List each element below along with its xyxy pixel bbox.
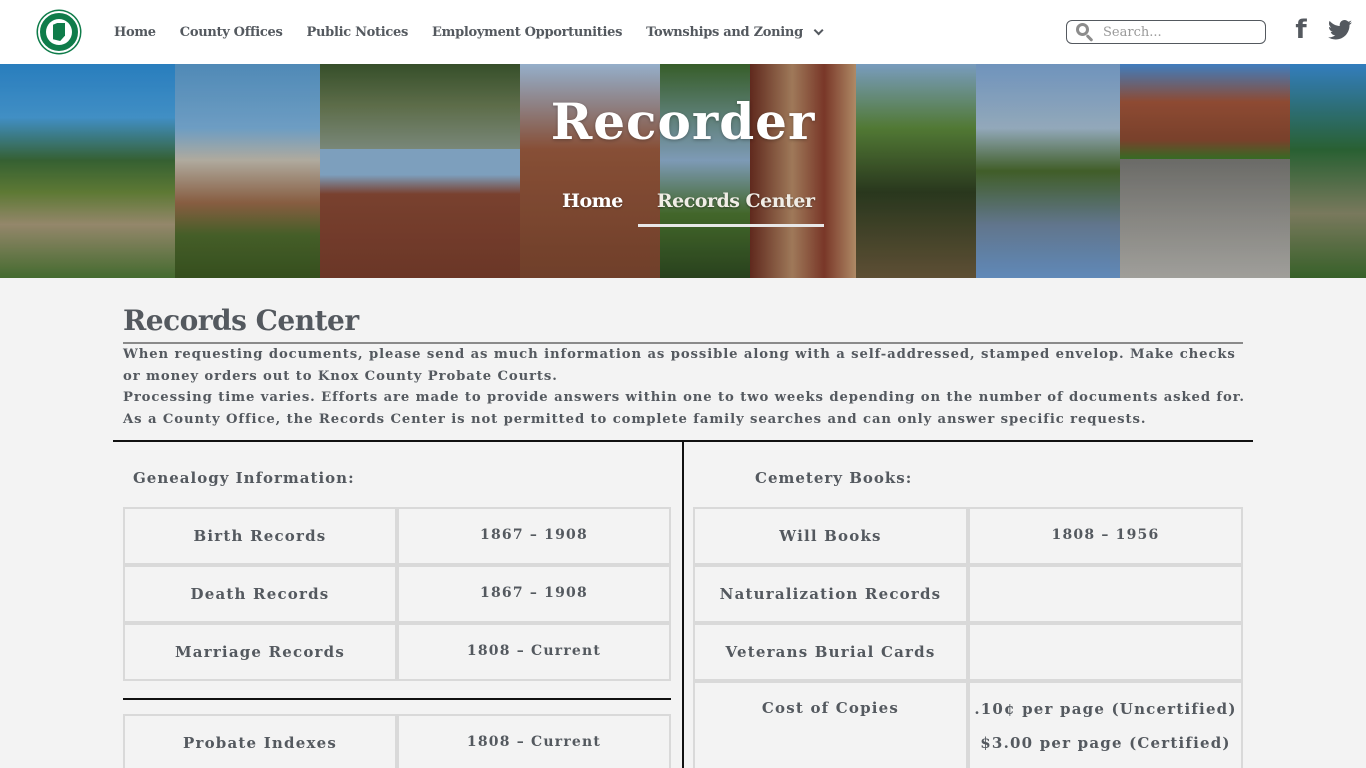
ohio-map-icon	[53, 23, 65, 41]
genealogy-label: Genealogy Information:	[133, 469, 355, 487]
nav-employment-label: Employment Opportunities	[432, 24, 623, 40]
intro-paragraph: As a County Office, the Records Center i…	[123, 412, 1147, 428]
cost-of-copies-label: Cost of Copies	[693, 681, 968, 768]
genealogy-table: Birth Records 1867 – 1908 Death Records …	[123, 507, 671, 681]
section-title: Records Center	[123, 304, 359, 337]
record-name: Will Books	[693, 507, 968, 565]
search-input[interactable]	[1103, 24, 1253, 40]
table-row: Naturalization Records	[693, 565, 1243, 623]
record-name: Probate Indexes	[123, 714, 397, 768]
record-range	[968, 623, 1243, 681]
nav-employment-opportunities[interactable]: Employment Opportunities	[432, 25, 622, 40]
intro-paragraph: When requesting documents, please send a…	[123, 347, 1236, 384]
intro-paragraph: Processing time varies. Efforts are made…	[123, 390, 1245, 406]
probate-table: Probate Indexes 1808 – Current	[123, 714, 671, 768]
table-row: Birth Records 1867 – 1908	[123, 507, 671, 565]
cost-of-copies-values: .10¢ per page (Uncertified) $3.00 per pa…	[968, 681, 1243, 768]
seal-inner	[46, 19, 72, 45]
table-row: Veterans Burial Cards	[693, 623, 1243, 681]
nav-home[interactable]: Home	[114, 25, 156, 40]
record-name: Birth Records	[123, 507, 397, 565]
nav-townships-and-zoning[interactable]: Townships and Zoning	[646, 24, 824, 40]
intro-text: When requesting documents, please send a…	[123, 344, 1253, 431]
record-name: Death Records	[123, 565, 397, 623]
table-row: Marriage Records 1808 – Current	[123, 623, 671, 681]
nav-county-offices-label: County Offices	[179, 24, 283, 40]
breadcrumb-active-underline	[638, 224, 824, 227]
record-range: 1808 – Current	[397, 623, 671, 681]
record-range: 1808 – Current	[397, 714, 671, 768]
record-range: 1867 – 1908	[397, 565, 671, 623]
cemetery-books-label: Cemetery Books:	[755, 469, 913, 487]
record-name: Marriage Records	[123, 623, 397, 681]
facebook-icon[interactable]: f	[1293, 15, 1309, 45]
table-row: Cost of Copies .10¢ per page (Uncertifie…	[693, 681, 1243, 768]
cost-uncertified: .10¢ per page (Uncertified)	[974, 700, 1237, 718]
nav-public-notices[interactable]: Public Notices	[306, 24, 409, 40]
main-nav: Home County Offices Public Notices Emplo…	[114, 0, 844, 64]
cemetery-table: Will Books 1808 – 1956 Naturalization Re…	[693, 507, 1243, 768]
chevron-down-icon[interactable]	[813, 24, 824, 35]
table-row: Probate Indexes 1808 – Current	[123, 714, 671, 768]
nav-county-offices[interactable]: County Offices	[180, 25, 283, 40]
breadcrumb-home[interactable]: Home	[562, 190, 623, 212]
site-header: Home County Offices Public Notices Emplo…	[0, 0, 1366, 64]
nav-home-label: Home	[114, 24, 156, 40]
twitter-icon[interactable]	[1327, 16, 1353, 44]
search-box	[1066, 20, 1266, 44]
breadcrumb: Home Records Center	[562, 190, 815, 212]
record-name: Naturalization Records	[693, 565, 968, 623]
record-name: Veterans Burial Cards	[693, 623, 968, 681]
record-range: 1867 – 1908	[397, 507, 671, 565]
page-title: Recorder	[550, 92, 816, 151]
search-icon[interactable]	[1075, 22, 1095, 42]
table-row: Death Records 1867 – 1908	[123, 565, 671, 623]
column-divider	[682, 442, 684, 768]
nav-townships-label: Townships and Zoning	[646, 24, 803, 40]
record-range: 1808 – 1956	[968, 507, 1243, 565]
cost-certified: $3.00 per page (Certified)	[980, 734, 1231, 752]
county-seal-logo[interactable]	[38, 11, 80, 53]
nav-public-notices-label: Public Notices	[306, 24, 409, 40]
table-row: Will Books 1808 – 1956	[693, 507, 1243, 565]
breadcrumb-records-center[interactable]: Records Center	[657, 190, 815, 212]
record-range	[968, 565, 1243, 623]
table-divider	[123, 698, 671, 700]
hero-banner: Recorder	[0, 64, 1366, 278]
